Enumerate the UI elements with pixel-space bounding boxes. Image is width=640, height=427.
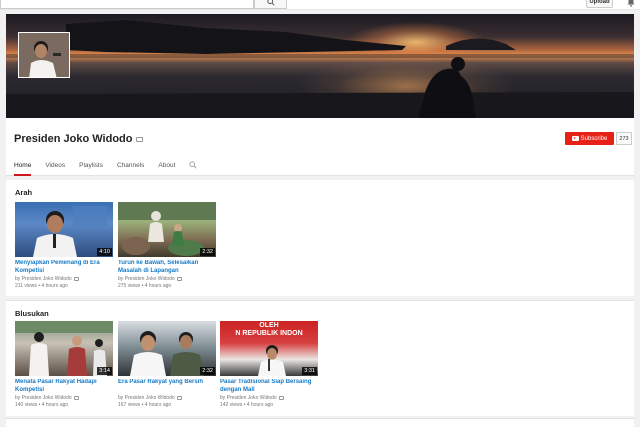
- search-icon: [266, 0, 275, 6]
- video-card[interactable]: 4:10 Menyiapkan Pemenang di Era Kompetis…: [15, 202, 113, 289]
- video-views: 142 views: [220, 402, 243, 408]
- shelf-blusukan: Blusukan 3:14 Menata Pasar Rakyat Hadapi…: [6, 300, 634, 416]
- tab-channels[interactable]: Channels: [117, 160, 144, 176]
- bell-icon[interactable]: [627, 0, 635, 7]
- video-thumbnail[interactable]: 3:14: [15, 321, 113, 376]
- channel-title[interactable]: Presiden Joko Widodo: [14, 133, 132, 145]
- video-title[interactable]: Pasar Tradisional Siap Bersaing dengan M…: [220, 379, 318, 394]
- verified-badge-icon: [176, 277, 182, 281]
- video-thumbnail[interactable]: OLEH N REPUBLIK INDON 3:31: [220, 321, 318, 376]
- video-thumbnail[interactable]: 2:32: [118, 202, 216, 257]
- video-views: 211 views: [15, 283, 37, 289]
- video-meta: 142 views • 4 hours ago: [220, 402, 274, 408]
- video-age: 4 hours ago: [144, 283, 172, 289]
- banner-landscape: [6, 20, 634, 118]
- shelf-next: [6, 418, 634, 427]
- video-channel[interactable]: by Presiden Joko Widodo: [15, 395, 72, 401]
- video-card[interactable]: 2:32 Era Pasar Rakyat yang Bersih by Pre…: [118, 321, 216, 408]
- shelf-title[interactable]: Arah: [15, 188, 32, 197]
- video-title[interactable]: Menyiapkan Pemenang di Era Kompetisi: [15, 260, 113, 275]
- video-views: 140 views: [15, 402, 38, 408]
- video-byline: by Presiden Joko Widodo: [118, 276, 216, 282]
- verified-badge-icon: [73, 277, 79, 281]
- video-byline: by Presiden Joko Widodo: [220, 395, 318, 401]
- search-input[interactable]: [0, 0, 254, 9]
- video-title[interactable]: Menata Pasar Rakyat Hadapi Kompetisi: [15, 379, 113, 394]
- channel-tabs: Home Videos Playlists Channels About: [14, 160, 197, 176]
- tab-home[interactable]: Home: [14, 160, 32, 176]
- video-duration: 2:32: [200, 248, 215, 256]
- video-meta: 140 views • 4 hours ago: [15, 402, 69, 408]
- video-channel[interactable]: by Presiden Joko Widodo: [220, 395, 277, 401]
- tab-videos[interactable]: Videos: [45, 160, 65, 176]
- tab-about[interactable]: About: [158, 160, 175, 176]
- video-byline: by Presiden Joko Widodo: [118, 395, 216, 401]
- youtube-play-icon: [571, 136, 579, 141]
- channel-title-row: Presiden Joko Widodo: [14, 133, 144, 145]
- channel-header: Presiden Joko Widodo Subscribe 273 Home …: [6, 118, 634, 176]
- video-duration: 4:10: [97, 248, 112, 256]
- channel-banner: website f t: [6, 14, 634, 118]
- video-channel[interactable]: by Presiden Joko Widodo: [15, 276, 72, 282]
- video-channel[interactable]: by Presiden Joko Widodo: [118, 276, 175, 282]
- verified-badge-icon: [73, 396, 79, 400]
- channel-search-icon[interactable]: [189, 161, 197, 169]
- video-age: 4 hours ago: [144, 402, 172, 408]
- video-card[interactable]: OLEH N REPUBLIK INDON 3:31 Pasar Tradisi…: [220, 321, 318, 408]
- tab-playlists[interactable]: Playlists: [79, 160, 103, 176]
- shelf-arah: Arah 4:10 Menyiapkan Pemenang di Era Kom…: [6, 180, 634, 296]
- verified-badge-icon: [278, 396, 284, 400]
- subscribe-button[interactable]: Subscribe: [565, 132, 614, 145]
- subscriber-count: 273: [616, 132, 632, 145]
- video-age: 4 hours ago: [41, 402, 69, 408]
- video-thumbnail[interactable]: 2:32: [118, 321, 216, 376]
- upload-button[interactable]: Upload: [586, 0, 613, 8]
- video-views: 275 views: [118, 283, 141, 289]
- video-card[interactable]: 3:14 Menata Pasar Rakyat Hadapi Kompetis…: [15, 321, 113, 408]
- video-meta: 275 views • 4 hours ago: [118, 283, 172, 289]
- video-thumbnail[interactable]: 4:10: [15, 202, 113, 257]
- video-duration: 2:32: [200, 367, 215, 375]
- video-meta: 167 views • 4 hours ago: [118, 402, 172, 408]
- video-card[interactable]: 2:32 Turun ke Bawah, Selesaikan Masalah …: [118, 202, 216, 289]
- video-meta: 211 views • 4 hours ago: [15, 283, 68, 289]
- top-bar: Upload: [0, 0, 640, 10]
- video-byline: by Presiden Joko Widodo: [15, 276, 113, 282]
- video-age: 4 hours ago: [246, 402, 274, 408]
- video-title[interactable]: Era Pasar Rakyat yang Bersih: [118, 379, 216, 394]
- video-channel[interactable]: by Presiden Joko Widodo: [118, 395, 175, 401]
- shelf-title[interactable]: Blusukan: [15, 309, 49, 318]
- video-age: 4 hours ago: [41, 283, 68, 289]
- verified-badge-icon: [176, 396, 182, 400]
- video-byline: by Presiden Joko Widodo: [15, 395, 113, 401]
- video-views: 167 views: [118, 402, 141, 408]
- subscribe-label: Subscribe: [580, 135, 608, 142]
- channel-avatar[interactable]: [18, 32, 70, 78]
- video-duration: 3:31: [302, 367, 317, 375]
- video-duration: 3:14: [97, 367, 112, 375]
- search-button[interactable]: [254, 0, 287, 9]
- verified-badge-icon: [136, 136, 144, 142]
- avatar-portrait: [19, 33, 69, 77]
- video-title[interactable]: Turun ke Bawah, Selesaikan Masalah di La…: [118, 260, 216, 275]
